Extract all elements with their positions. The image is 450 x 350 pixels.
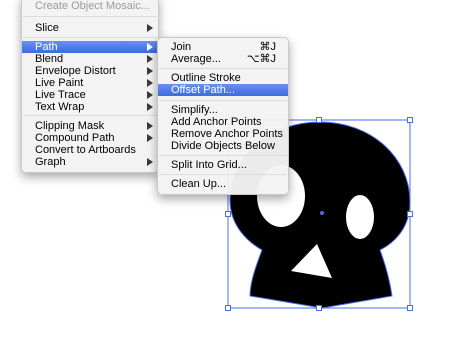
menu-item-simplify[interactable]: Simplify... bbox=[158, 104, 288, 116]
menu-separator bbox=[159, 155, 287, 156]
menu-item-blend[interactable]: Blend bbox=[22, 53, 158, 65]
submenu-arrow-icon bbox=[147, 122, 153, 130]
menu-item-label: Create Object Mosaic... bbox=[35, 0, 150, 12]
shortcut-label: ⌥⌘J bbox=[246, 53, 276, 65]
menu-item-label: Simplify... bbox=[171, 104, 218, 116]
menu-item-live-paint[interactable]: Live Paint bbox=[22, 77, 158, 89]
menu-item-label: Split Into Grid... bbox=[171, 159, 247, 171]
center-point bbox=[320, 211, 324, 215]
menu-separator bbox=[23, 115, 157, 116]
handle-middle-left bbox=[225, 211, 231, 217]
submenu-arrow-icon bbox=[147, 103, 153, 111]
submenu-arrow-icon bbox=[147, 67, 153, 75]
menu-item-label: Add Anchor Points bbox=[171, 116, 262, 128]
menu-item-remove-anchor-points[interactable]: Remove Anchor Points bbox=[158, 128, 288, 140]
menu-item-text-wrap[interactable]: Text Wrap bbox=[22, 101, 158, 113]
menu-item-join[interactable]: Join ⌘J bbox=[158, 41, 288, 53]
menu-item-live-trace[interactable]: Live Trace bbox=[22, 89, 158, 101]
submenu-arrow-icon bbox=[147, 91, 153, 99]
menu-item-label: Slice bbox=[35, 22, 59, 34]
menu-item-clipping-mask[interactable]: Clipping Mask bbox=[22, 120, 158, 132]
submenu-arrow-icon bbox=[147, 43, 153, 51]
menu-separator bbox=[159, 68, 287, 69]
menu-item-slice[interactable]: Slice bbox=[22, 22, 158, 34]
menu-separator bbox=[159, 100, 287, 101]
menu-item-label: Compound Path bbox=[35, 132, 115, 144]
menu-item-compound-path[interactable]: Compound Path bbox=[22, 132, 158, 144]
menu-item-label: Live Paint bbox=[35, 77, 84, 89]
menu-item-clean-up[interactable]: Clean Up... bbox=[158, 178, 288, 190]
menu-item-label: Envelope Distort bbox=[35, 65, 116, 77]
menu-item-outline-stroke[interactable]: Outline Stroke bbox=[158, 72, 288, 84]
submenu-arrow-icon bbox=[147, 55, 153, 63]
menu-item-label: Live Trace bbox=[35, 89, 86, 101]
handle-top-middle bbox=[316, 117, 322, 123]
handle-middle-right bbox=[407, 211, 413, 217]
menu-separator bbox=[23, 37, 157, 38]
menu-separator bbox=[23, 16, 157, 17]
handle-bottom-middle bbox=[316, 305, 322, 311]
menu-item-convert-to-artboards[interactable]: Convert to Artboards bbox=[22, 144, 158, 156]
menu-item-label: Clean Up... bbox=[171, 178, 227, 190]
submenu-arrow-icon bbox=[147, 79, 153, 87]
menu-item-create-object-mosaic: Create Object Mosaic... bbox=[22, 0, 158, 12]
menu-item-label: Clipping Mask bbox=[35, 120, 105, 132]
menu-item-label: Average... bbox=[171, 53, 221, 65]
menu-item-label: Divide Objects Below bbox=[171, 140, 275, 152]
menu-item-divide-objects-below[interactable]: Divide Objects Below bbox=[158, 140, 288, 152]
menu-item-label: Blend bbox=[35, 53, 64, 65]
shortcut-label: ⌘J bbox=[259, 41, 277, 53]
object-menu: Create Object Mosaic... Slice Path Blend… bbox=[21, 0, 159, 173]
menu-item-graph[interactable]: Graph bbox=[22, 156, 158, 168]
menu-item-label: Outline Stroke bbox=[171, 72, 241, 84]
menu-item-label: Join bbox=[171, 41, 192, 53]
menu-item-label: Graph bbox=[35, 156, 66, 168]
handle-bottom-right bbox=[407, 305, 413, 311]
handle-top-right bbox=[407, 117, 413, 123]
menu-separator bbox=[159, 174, 287, 175]
menu-item-path[interactable]: Path bbox=[22, 41, 158, 53]
menu-item-offset-path[interactable]: Offset Path... bbox=[158, 84, 288, 96]
submenu-arrow-icon bbox=[147, 134, 153, 142]
skull-eye-right bbox=[346, 195, 374, 239]
menu-item-envelope-distort[interactable]: Envelope Distort bbox=[22, 65, 158, 77]
submenu-arrow-icon bbox=[147, 24, 153, 32]
menu-item-add-anchor-points[interactable]: Add Anchor Points bbox=[158, 116, 288, 128]
submenu-arrow-icon bbox=[147, 158, 153, 166]
handle-bottom-left bbox=[225, 305, 231, 311]
menu-item-average[interactable]: Average... ⌥⌘J bbox=[158, 53, 288, 65]
menu-item-label: Offset Path... bbox=[171, 84, 235, 96]
menu-item-label: Convert to Artboards bbox=[35, 144, 136, 156]
menu-item-label: Text Wrap bbox=[35, 101, 85, 113]
menu-item-label: Remove Anchor Points bbox=[171, 128, 283, 140]
menu-item-label: Path bbox=[35, 41, 58, 53]
menu-item-split-into-grid[interactable]: Split Into Grid... bbox=[158, 159, 288, 171]
path-submenu: Join ⌘J Average... ⌥⌘J Outline Stroke Offs… bbox=[157, 37, 289, 195]
